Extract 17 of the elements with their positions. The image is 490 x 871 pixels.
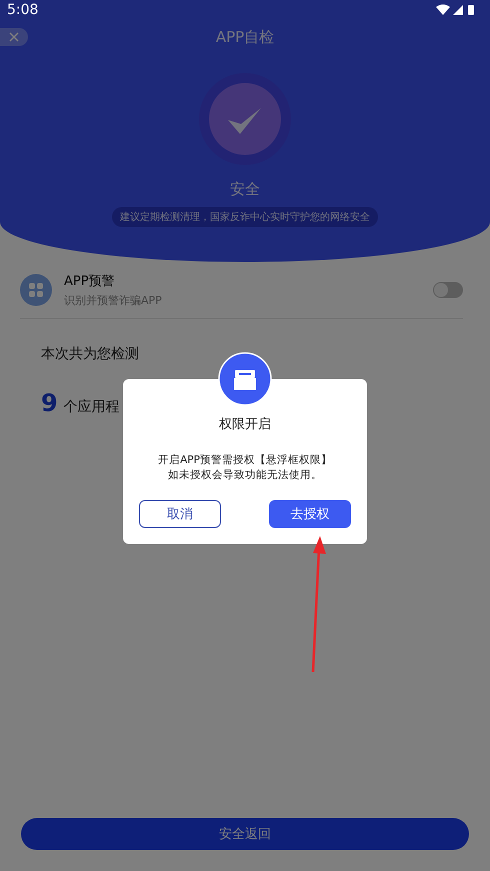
status-icons xyxy=(436,4,476,16)
toggle-switch[interactable] xyxy=(433,282,463,298)
app-count: 9 xyxy=(41,389,58,417)
close-icon xyxy=(9,32,19,42)
dialog-title: 权限开启 xyxy=(219,416,271,433)
page-title: APP自检 xyxy=(216,28,274,47)
apps-icon xyxy=(20,274,52,306)
authorize-button[interactable]: 去授权 xyxy=(269,500,351,528)
cancel-button[interactable]: 取消 xyxy=(139,500,221,528)
count-label: 个应用程 xyxy=(64,398,120,416)
summary-text: 本次共为您检测 xyxy=(41,345,140,363)
feature-title: APP预警 xyxy=(64,273,116,290)
status-label: 安全 xyxy=(230,180,260,199)
clock: 5:08 xyxy=(7,2,38,18)
dialog-message: 开启APP预警需授权【悬浮框权限】 如未授权会导致功能无法使用。 xyxy=(158,453,332,482)
feature-subtitle: 识别并预警诈骗APP xyxy=(64,293,163,308)
return-button[interactable]: 安全返回 xyxy=(21,818,469,850)
